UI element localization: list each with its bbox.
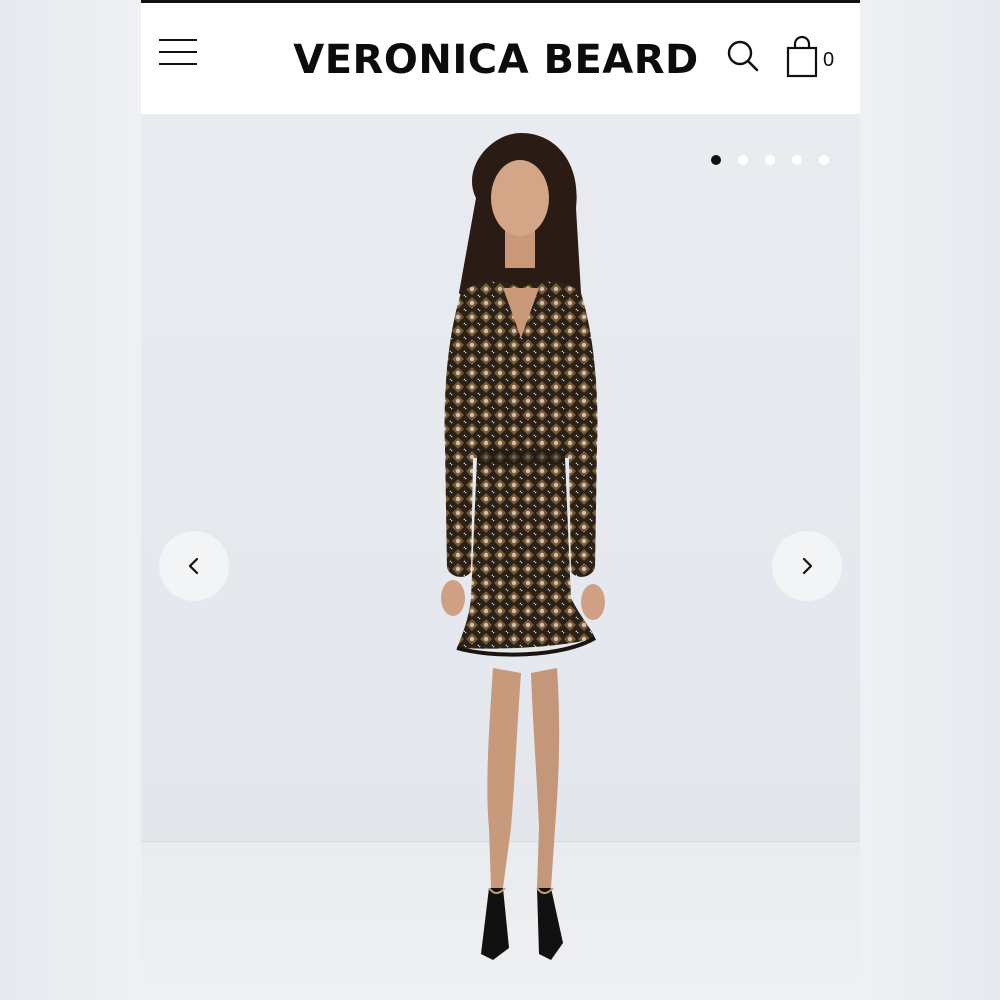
cart-button[interactable]: 0 [785,35,841,79]
carousel-dot[interactable] [738,155,748,165]
site-header: VERONICA BEARD 0 [141,3,860,114]
search-icon [727,40,759,72]
search-button[interactable] [726,39,760,73]
next-image-button[interactable] [772,531,842,601]
previous-image-button[interactable] [159,531,229,601]
chevron-right-icon [802,557,813,575]
cart-count: 0 [823,49,835,71]
carousel-dot[interactable] [711,155,721,165]
hamburger-menu-icon [159,39,197,41]
hamburger-menu-icon-bar [159,51,197,53]
carousel-dot[interactable] [765,155,775,165]
product-photo [441,133,605,960]
brand-logo[interactable]: VERONICA BEARD [291,36,701,84]
menu-button[interactable] [159,39,199,69]
chevron-left-icon [188,557,199,575]
mobile-page: VERONICA BEARD 0 [141,0,860,1000]
carousel-dot[interactable] [819,155,829,165]
shopping-bag-icon [786,35,818,78]
hamburger-menu-icon-bar [159,63,197,65]
product-image-gallery[interactable] [141,114,860,1000]
carousel-dot[interactable] [792,155,802,165]
carousel-pagination [711,155,829,167]
